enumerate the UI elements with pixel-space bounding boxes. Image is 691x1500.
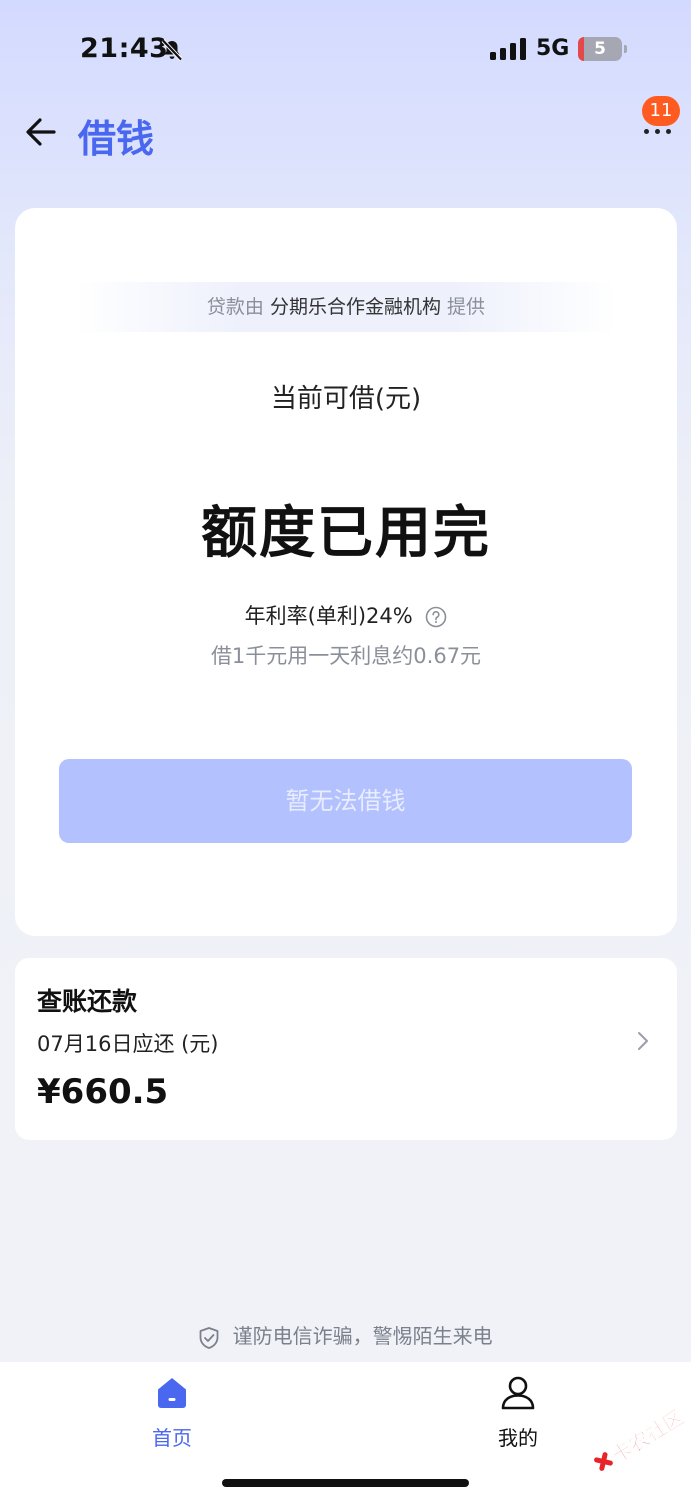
- user-icon: [501, 1376, 535, 1410]
- provider-prefix: 贷款由: [206, 296, 264, 318]
- annual-rate: 年利率(单利)24%: [244, 604, 413, 628]
- shield-check-icon: [199, 1326, 219, 1349]
- cellular-signal-icon: [490, 38, 526, 60]
- repayment-card[interactable]: 查账还款 07月16日应还 (元) ¥660.5: [15, 958, 677, 1140]
- bell-muted-icon: [161, 39, 183, 61]
- status-bar: 21:43 5G 5: [0, 0, 691, 100]
- watermark-logo: 卡农社区: [594, 1405, 686, 1471]
- loan-card: 贷款由 分期乐合作金融机构 提供 当前可借(元) 额度已用完 年利率(单利)24…: [15, 208, 677, 936]
- tab-home[interactable]: 首页: [112, 1374, 232, 1454]
- page-title: 借钱: [78, 117, 155, 161]
- status-time: 21:43: [80, 33, 169, 64]
- chevron-right-icon[interactable]: [635, 1030, 651, 1052]
- interest-note: 借1千元用一天利息约0.67元: [210, 644, 482, 668]
- tab-mine[interactable]: 我的: [458, 1374, 578, 1454]
- svg-text:卡农社区: 卡农社区: [607, 1405, 686, 1468]
- fraud-notice-text: 谨防电信诈骗，警惕陌生来电: [232, 1324, 493, 1348]
- question-circle-icon[interactable]: [425, 606, 447, 628]
- repayment-title: 查账还款: [37, 987, 138, 1016]
- available-label: 当前可借(元): [270, 384, 422, 414]
- arrow-left-icon[interactable]: [24, 114, 58, 150]
- borrow-button[interactable]: 暂无法借钱: [59, 759, 632, 843]
- provider-name: 分期乐合作金融机构: [269, 296, 441, 318]
- provider-suffix: 提供: [447, 296, 486, 318]
- tab-home-label: 首页: [152, 1426, 192, 1450]
- network-type: 5G: [536, 36, 570, 61]
- more-button[interactable]: 11: [636, 96, 680, 156]
- battery-level: 5: [594, 39, 606, 59]
- fraud-notice: 谨防电信诈骗，警惕陌生来电: [0, 1320, 691, 1350]
- notification-badge: 11: [642, 96, 680, 126]
- annual-rate-row: 年利率(单利)24%: [15, 600, 677, 630]
- tab-mine-label: 我的: [498, 1426, 538, 1450]
- home-icon: [158, 1378, 186, 1408]
- home-indicator: [222, 1479, 469, 1487]
- quota-status: 额度已用完: [201, 501, 491, 566]
- more-dots-icon: [644, 129, 672, 135]
- repayment-amount: ¥660.5: [37, 1072, 169, 1112]
- provider-banner: 贷款由 分期乐合作金融机构 提供: [75, 282, 617, 332]
- due-date-label: 07月16日应还 (元): [37, 1032, 219, 1056]
- battery-icon: 5: [578, 37, 627, 61]
